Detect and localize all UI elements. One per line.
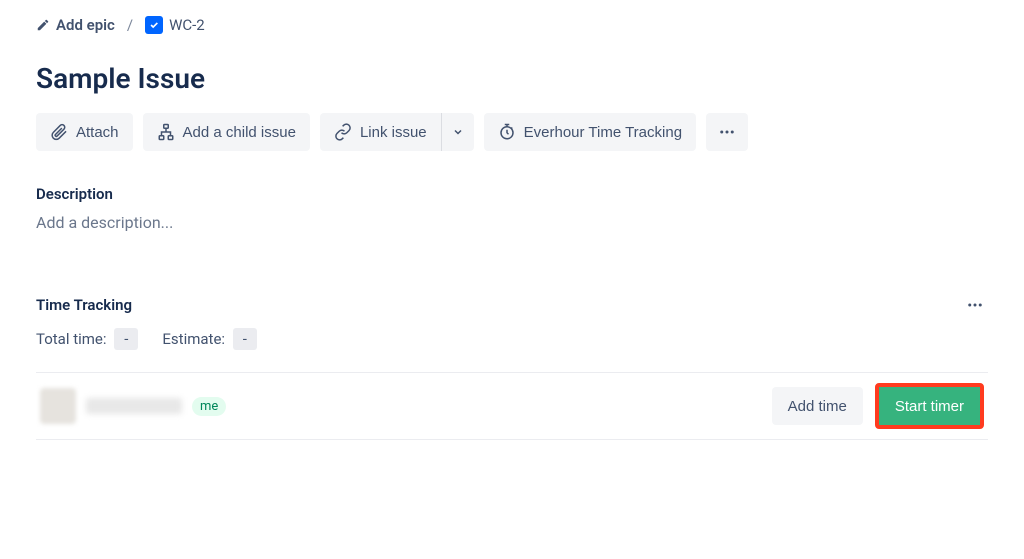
time-tracking-summary: Total time: - Estimate: - [36,328,988,350]
issue-toolbar: Attach Add a child issue Link issue Ever… [36,113,988,151]
issue-title[interactable]: Sample Issue [36,62,988,95]
total-time-field: Total time: - [36,328,138,350]
add-epic-label: Add epic [56,16,115,34]
add-time-button[interactable]: Add time [772,387,863,425]
link-issue-button[interactable]: Link issue [320,113,441,151]
everhour-button[interactable]: Everhour Time Tracking [484,113,696,151]
user-name [86,398,182,414]
me-badge: me [192,397,226,416]
stopwatch-icon [498,123,516,141]
start-timer-highlight: Start timer [875,383,984,429]
start-timer-button[interactable]: Start timer [879,387,980,425]
description-field[interactable]: Add a description... [36,213,988,232]
time-tracking-more-button[interactable] [962,292,988,318]
add-epic-link[interactable]: Add epic [36,16,115,34]
description-section: Description Add a description... [36,185,988,232]
total-time-value[interactable]: - [114,328,138,350]
estimate-value[interactable]: - [233,328,257,350]
task-type-icon [145,16,163,34]
add-child-issue-button[interactable]: Add a child issue [143,113,310,151]
pencil-icon [36,18,50,32]
breadcrumb-separator: / [127,16,133,34]
everhour-label: Everhour Time Tracking [524,124,682,141]
estimate-field: Estimate: - [162,328,257,350]
more-actions-button[interactable] [706,113,748,151]
attach-icon [50,123,68,141]
chevron-down-icon [452,126,464,138]
total-time-label: Total time: [36,330,107,348]
child-issue-icon [157,123,175,141]
time-tracking-label: Time Tracking [36,296,132,314]
issue-key-text: WC-2 [169,16,205,34]
link-icon [334,123,352,141]
time-tracking-section: Time Tracking Total time: - Estimate: - … [36,292,988,440]
link-issue-group: Link issue [320,113,474,151]
user-avatar[interactable] [40,388,76,424]
attach-label: Attach [76,124,119,141]
more-icon [718,123,736,141]
more-icon [966,296,984,314]
breadcrumb: Add epic / WC-2 [36,16,988,34]
time-tracking-header: Time Tracking [36,292,988,318]
issue-key-link[interactable]: WC-2 [145,16,205,34]
link-issue-label: Link issue [360,124,427,141]
time-tracking-user-row: me Add time Start timer [36,372,988,440]
estimate-label: Estimate: [162,330,225,348]
add-child-label: Add a child issue [183,124,296,141]
description-label: Description [36,185,988,203]
attach-button[interactable]: Attach [36,113,133,151]
link-issue-dropdown-button[interactable] [442,113,474,151]
